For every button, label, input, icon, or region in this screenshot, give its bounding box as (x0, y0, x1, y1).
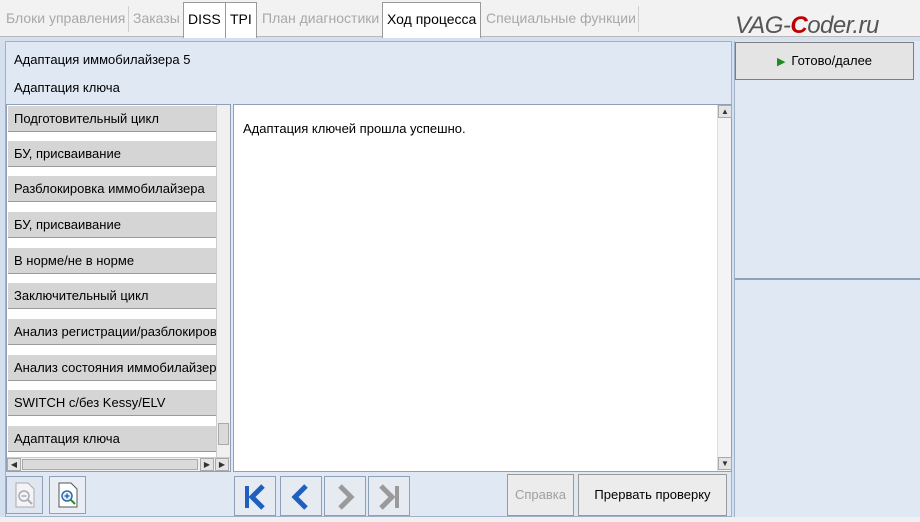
list-item[interactable]: Анализ состояния иммобилайзера (8, 355, 216, 381)
previous-icon (291, 484, 308, 510)
play-icon: ▶ (776, 56, 786, 68)
watermark-accent: C (790, 12, 808, 39)
list-item[interactable]: Подготовительный цикл (8, 106, 216, 132)
abort-test-button[interactable]: Прервать проверку (578, 474, 727, 516)
scrollbar-thumb[interactable] (218, 423, 229, 445)
first-step-button[interactable] (234, 476, 276, 516)
tab-orders[interactable]: Заказы (129, 2, 184, 36)
list-item[interactable]: Анализ регистрации/разблокировки (8, 319, 216, 345)
next-step-button[interactable] (324, 476, 366, 516)
done-next-label: Готово/далее (791, 53, 873, 68)
tab-process-flow[interactable]: Ход процесса (382, 2, 482, 38)
list-item[interactable]: Адаптация ключа (8, 426, 216, 452)
message-scrollbar[interactable]: ▲ ▼ (717, 105, 732, 471)
skip-to-last-icon (379, 484, 399, 510)
list-item[interactable]: SWITCH с/без Kessy/ELV (8, 390, 216, 416)
procedure-title: Адаптация иммобилайзера 5 (14, 52, 191, 67)
zoom-in-page-icon (58, 482, 77, 508)
status-message: Адаптация ключей прошла успешно. (243, 121, 466, 136)
tab-control-units[interactable]: Блоки управления (2, 2, 129, 36)
scroll-down-icon[interactable]: ▼ (718, 457, 732, 470)
watermark-part1: VAG- (735, 12, 791, 39)
previous-step-button[interactable] (280, 476, 322, 516)
scroll-right-end-icon[interactable]: ▶ (215, 458, 229, 471)
zoom-out-button[interactable] (6, 476, 43, 514)
tab-separator (638, 6, 639, 32)
bottom-strip (0, 517, 920, 522)
scroll-left-icon[interactable]: ◀ (7, 458, 21, 471)
list-item[interactable]: БУ, присваивание (8, 141, 216, 167)
done-next-button[interactable]: ▶ Готово/далее (735, 42, 914, 80)
last-step-button[interactable] (368, 476, 410, 516)
step-list: Подготовительный цикл БУ, присваивание Р… (6, 104, 231, 472)
skip-to-first-icon (245, 484, 265, 510)
scroll-up-icon[interactable]: ▲ (718, 105, 732, 118)
scrollbar-thumb[interactable] (22, 459, 198, 470)
list-item[interactable]: Разблокировка иммобилайзера (8, 176, 216, 202)
list-item[interactable]: Заключительный цикл (8, 283, 216, 309)
tab-diagnostic-plan[interactable]: План диагностики (258, 2, 383, 36)
procedure-subtitle: Адаптация ключа (14, 80, 120, 95)
watermark-logo: VAG-Coder.ru (735, 12, 879, 40)
next-icon (338, 484, 355, 510)
tab-tpi[interactable]: TPI (225, 2, 257, 38)
zoom-out-page-icon (15, 482, 34, 508)
watermark-part2: oder.ru (807, 12, 879, 39)
scroll-right-icon[interactable]: ▶ (200, 458, 214, 471)
step-list-horizontal-scrollbar[interactable]: ◀ ▶ ▶ (7, 457, 230, 471)
zoom-in-button[interactable] (49, 476, 86, 514)
help-button[interactable]: Справка (507, 474, 574, 516)
list-item[interactable]: БУ, присваивание (8, 212, 216, 238)
list-item[interactable]: В норме/не в норме (8, 248, 216, 274)
step-list-vertical-scrollbar[interactable] (216, 105, 230, 457)
right-panel-divider (735, 278, 920, 280)
tab-special-functions[interactable]: Специальные функции (482, 2, 640, 36)
right-panel (734, 41, 920, 517)
message-area: Адаптация ключей прошла успешно. ▲ ▼ (233, 104, 732, 472)
tab-diss[interactable]: DISS (183, 2, 226, 38)
